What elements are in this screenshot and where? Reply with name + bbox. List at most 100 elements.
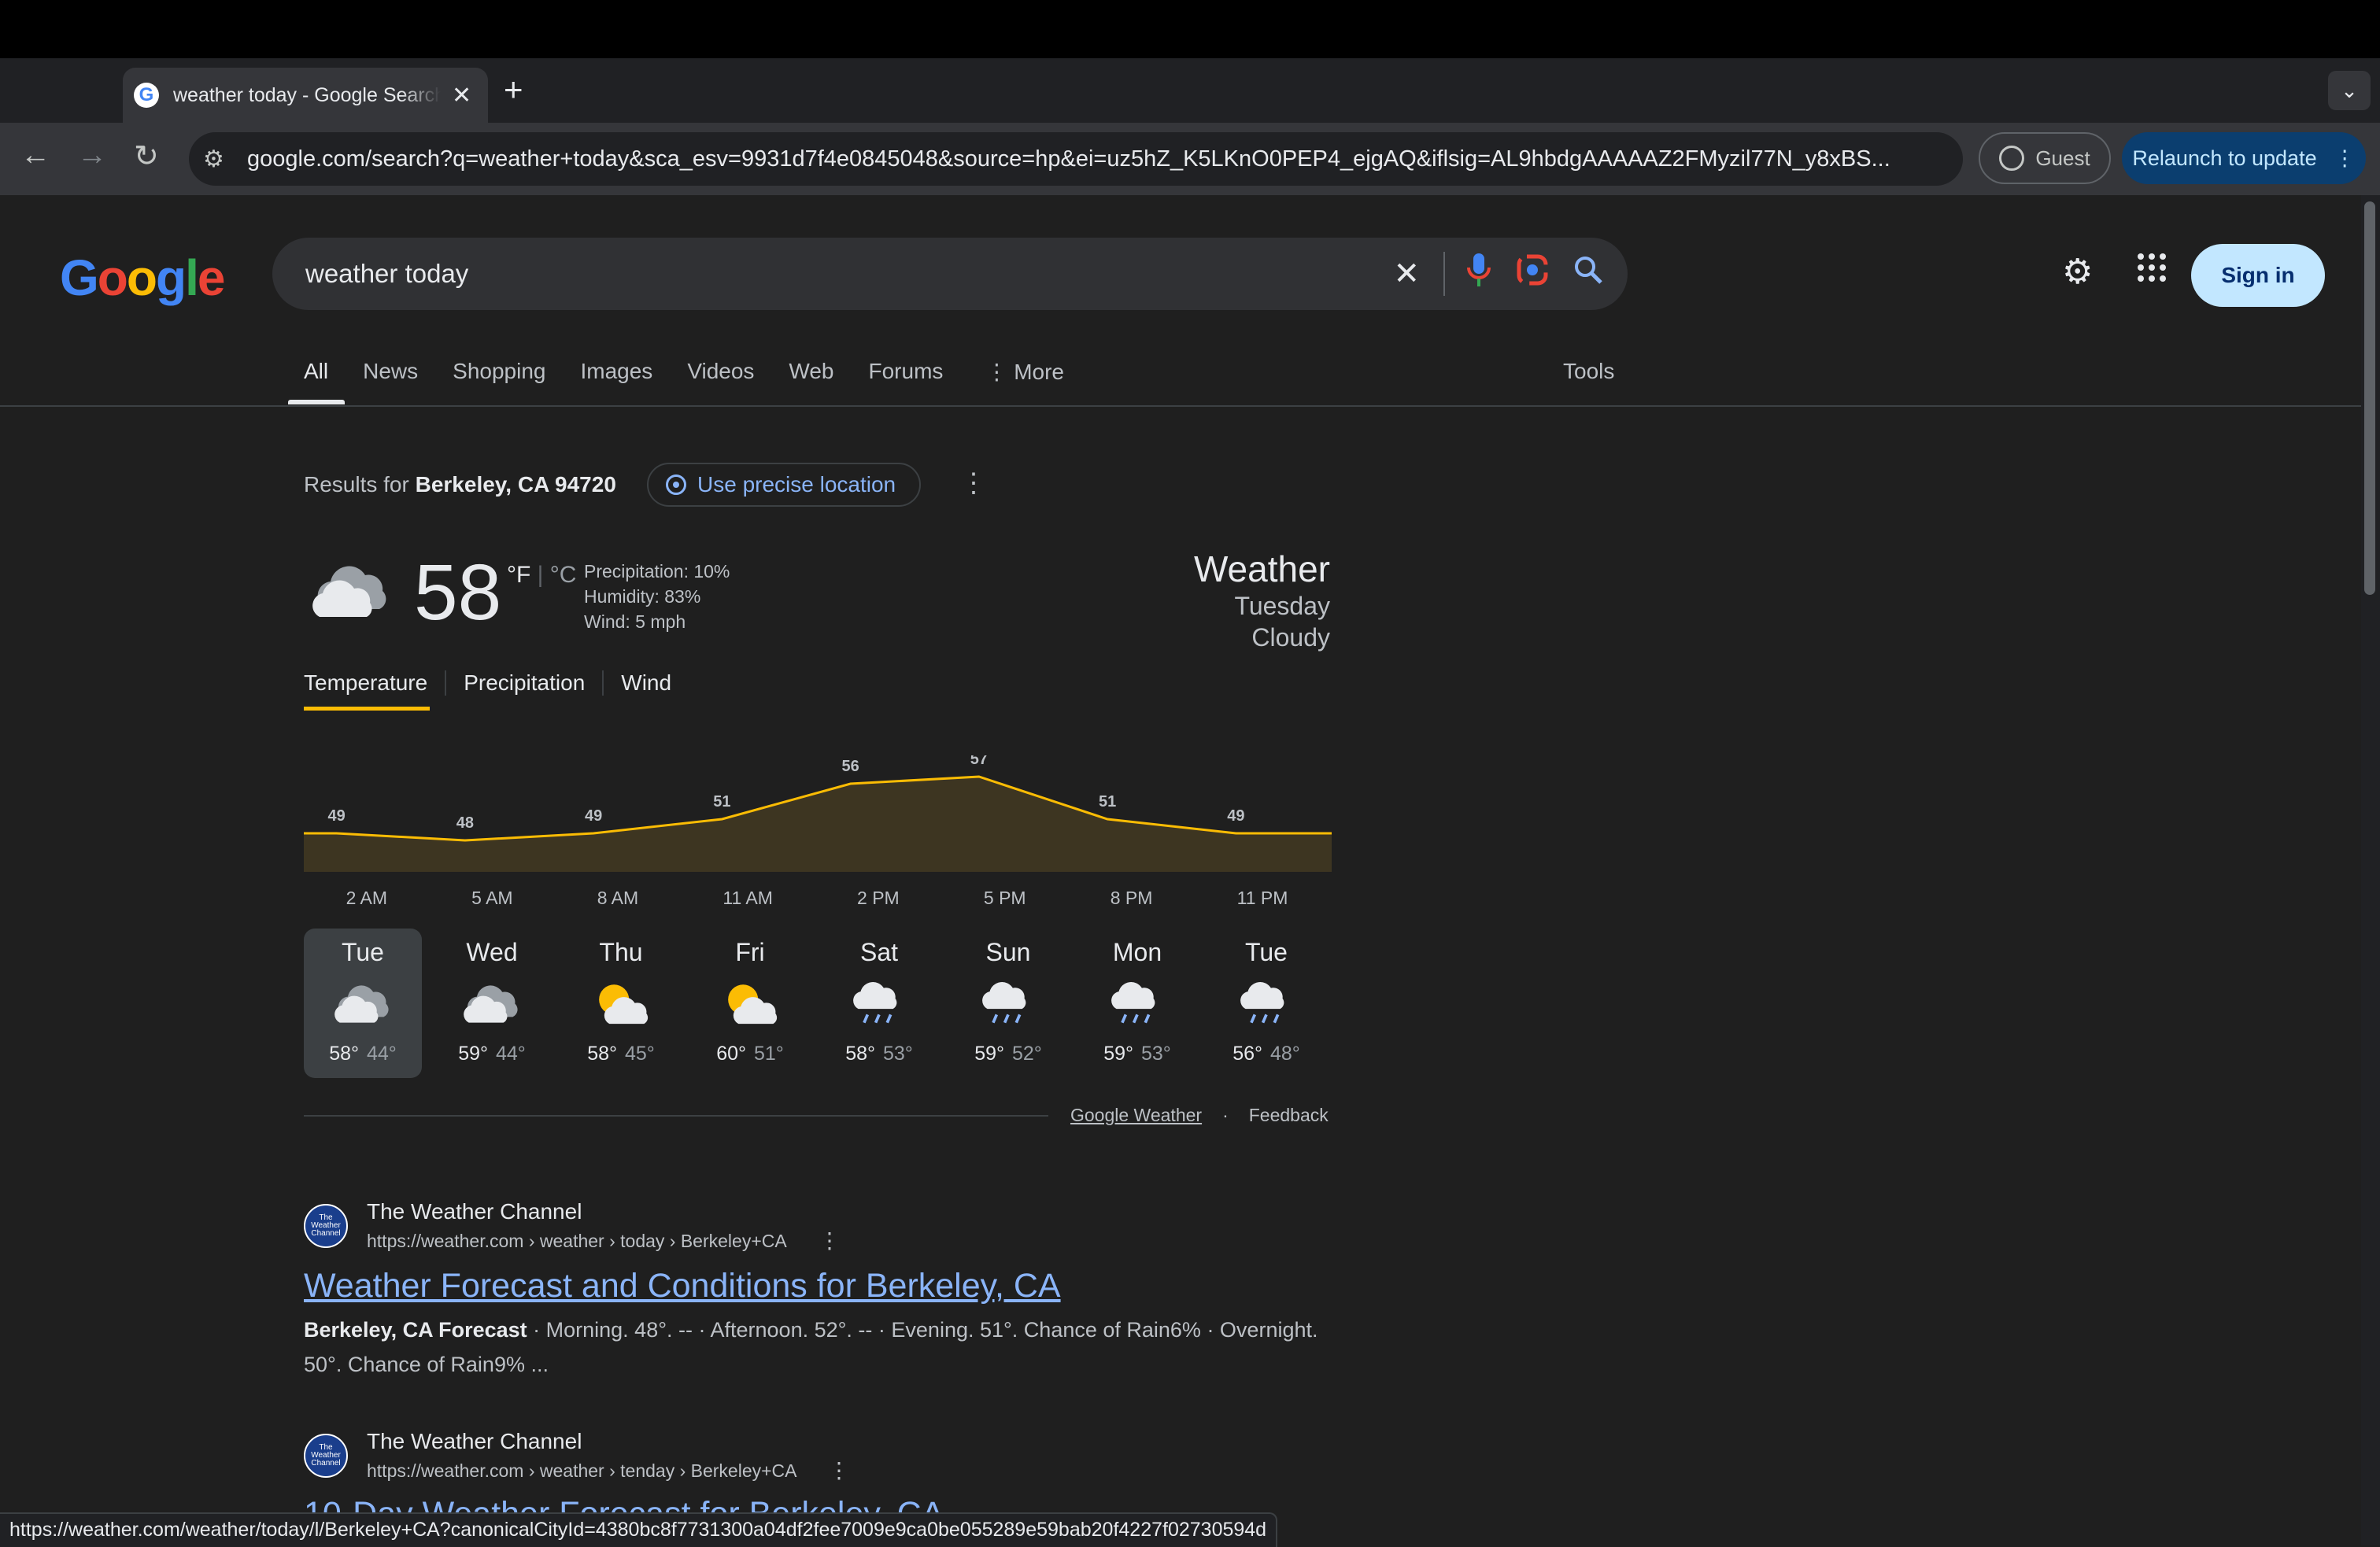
day-high: 56° — [1232, 1043, 1262, 1065]
day-low: 53° — [883, 1043, 913, 1065]
result-url[interactable]: https://weather.com › weather › tenday ›… — [367, 1460, 797, 1482]
wind-text: Wind: 5 mph — [584, 611, 686, 632]
day-name: Thu — [599, 938, 643, 966]
forward-icon[interactable]: → — [77, 138, 107, 172]
use-precise-location-button[interactable]: Use precise location — [647, 463, 921, 507]
sign-in-button[interactable]: Sign in — [2191, 244, 2325, 307]
day-low: 48° — [1270, 1043, 1300, 1065]
day-forecast-mon[interactable]: Mon 59° 53° — [1078, 929, 1196, 1078]
hour-label: 8 PM — [1110, 888, 1153, 908]
tab-search-chevron-icon[interactable]: ⌄ — [2328, 71, 2371, 110]
search-input[interactable]: weather today — [305, 259, 1393, 289]
more-kebab-icon: ⋮ — [985, 360, 1014, 384]
relaunch-to-update-button[interactable]: Relaunch to update ⋮ — [2122, 132, 2366, 184]
rain-icon — [973, 977, 1044, 1032]
hour-label: 11 AM — [722, 888, 773, 908]
weather-footer: Google Weather · Feedback — [1070, 1105, 1329, 1126]
clear-search-icon[interactable]: ✕ — [1393, 256, 1420, 292]
tab-title: weather today - Google Search — [173, 83, 441, 106]
day-temps: 60° 51° — [716, 1043, 784, 1065]
apps-grid-icon[interactable] — [2136, 252, 2168, 292]
close-tab-icon[interactable]: ✕ — [452, 82, 471, 109]
new-tab-icon[interactable]: + — [504, 71, 523, 109]
google-favicon-icon: G — [134, 83, 159, 108]
location-more-icon[interactable]: ⋮ — [960, 467, 987, 499]
search-box[interactable]: weather today ✕ — [272, 238, 1628, 310]
result-source[interactable]: The Weather Channel — [367, 1429, 582, 1454]
day-high: 58° — [845, 1043, 875, 1065]
temperature-label: 49 — [585, 807, 602, 825]
result-url[interactable]: https://weather.com › weather › today › … — [367, 1231, 787, 1252]
tab-precipitation[interactable]: Precipitation — [445, 670, 602, 696]
kebab-menu-icon[interactable]: ⋮ — [2334, 146, 2356, 171]
os-menu-bar — [0, 0, 2380, 58]
tab-wind[interactable]: Wind — [602, 670, 689, 696]
day-high: 60° — [716, 1043, 746, 1065]
temperature-label: 56 — [842, 758, 859, 775]
day-forecast-wed[interactable]: Wed 59° 44° — [433, 929, 551, 1078]
address-bar[interactable]: ⚙ google.com/search?q=weather+today&sca_… — [189, 132, 1963, 186]
day-temps: 59° 53° — [1103, 1043, 1171, 1065]
day-name: Sun — [985, 938, 1031, 966]
tab-images[interactable]: Images — [580, 359, 652, 385]
unit-celsius[interactable]: °C — [550, 562, 577, 588]
result-more-icon[interactable]: ⋮ — [828, 1457, 850, 1483]
result-more-icon[interactable]: ⋮ — [819, 1228, 841, 1253]
tab-more[interactable]: ⋮ More — [985, 359, 1064, 385]
weather-condition: Cloudy — [1251, 623, 1330, 652]
weather-tabs: Temperature Precipitation Wind — [304, 670, 689, 696]
google-doodle-logo[interactable]: Google — [60, 249, 225, 307]
scrollbar-thumb[interactable] — [2364, 201, 2375, 595]
rain-icon — [1231, 977, 1302, 1032]
day-forecast-sun[interactable]: Sun 59° 52° — [949, 929, 1067, 1078]
tab-web[interactable]: Web — [789, 359, 833, 385]
unit-fahrenheit[interactable]: °F — [507, 562, 530, 588]
day-low: 45° — [625, 1043, 655, 1065]
day-forecast-fri[interactable]: Fri 60° 51° — [691, 929, 809, 1078]
tab-forums[interactable]: Forums — [869, 359, 944, 385]
lens-search-icon[interactable] — [1516, 253, 1549, 294]
tools-button[interactable]: Tools — [1563, 359, 1614, 384]
weather-channel-logo[interactable]: The Weather Channel — [304, 1204, 348, 1248]
profile-icon — [1999, 146, 2025, 171]
tab-news[interactable]: News — [363, 359, 418, 385]
google-weather-link[interactable]: Google Weather — [1070, 1105, 1202, 1126]
precipitation-text: Precipitation: 10% — [584, 561, 730, 582]
guest-profile-button[interactable]: Guest — [1979, 132, 2111, 184]
daily-forecast: Tue 58° 44° Wed 59° 44° Thu 58° 45° Fri 60° 51° Sat 5… — [304, 929, 1325, 1078]
site-info-icon[interactable]: ⚙ — [203, 146, 235, 173]
active-tab-indicator — [288, 400, 345, 404]
day-forecast-tue[interactable]: Tue 58° 44° — [304, 929, 422, 1078]
day-forecast-tue[interactable]: Tue 56° 48° — [1207, 929, 1325, 1078]
rain-icon — [1102, 977, 1173, 1032]
tab-temperature[interactable]: Temperature — [304, 670, 445, 696]
tab-videos[interactable]: Videos — [687, 359, 754, 385]
settings-gear-icon[interactable]: ⚙ — [2062, 252, 2093, 292]
link-status-bar: https://weather.com/weather/today/l/Berk… — [0, 1512, 1278, 1547]
reload-icon[interactable]: ↻ — [134, 138, 159, 174]
location-text: Berkeley, CA 94720 — [415, 472, 616, 497]
tab-shopping[interactable]: Shopping — [453, 359, 545, 385]
hour-label: 8 AM — [597, 888, 639, 908]
day-forecast-sat[interactable]: Sat 58° 53° — [820, 929, 938, 1078]
result-title-link[interactable]: 10-Day Weather Forecast for Berkeley, CA — [304, 1495, 944, 1512]
rain-icon — [844, 977, 915, 1032]
day-name: Sat — [859, 938, 899, 966]
hour-labels: 2 AM 5 AM 8 AM 11 AM 2 PM 5 PM 8 PM 11 PM — [304, 888, 1330, 909]
result-title-link[interactable]: Weather Forecast and Conditions for Berk… — [304, 1267, 1061, 1305]
weather-footer-divider — [304, 1115, 1048, 1117]
header-divider — [0, 405, 2361, 407]
feedback-link[interactable]: Feedback — [1249, 1105, 1329, 1126]
results-for: Results for Berkeley, CA 94720 — [304, 472, 616, 497]
temperature-chart: 49 48 49 51 56 57 51 49 — [304, 755, 1332, 872]
search-submit-icon[interactable] — [1572, 254, 1604, 294]
weather-channel-logo[interactable]: The Weather Channel — [304, 1434, 348, 1478]
day-forecast-thu[interactable]: Thu 58° 45° — [562, 929, 680, 1078]
browser-tab[interactable]: G weather today - Google Search ✕ — [123, 68, 488, 123]
back-icon[interactable]: ← — [20, 138, 50, 172]
tab-all[interactable]: All — [304, 359, 328, 385]
day-name: Tue — [1245, 938, 1288, 966]
search-divider — [1443, 252, 1445, 296]
result-source[interactable]: The Weather Channel — [367, 1199, 582, 1224]
voice-search-icon[interactable] — [1465, 252, 1492, 296]
